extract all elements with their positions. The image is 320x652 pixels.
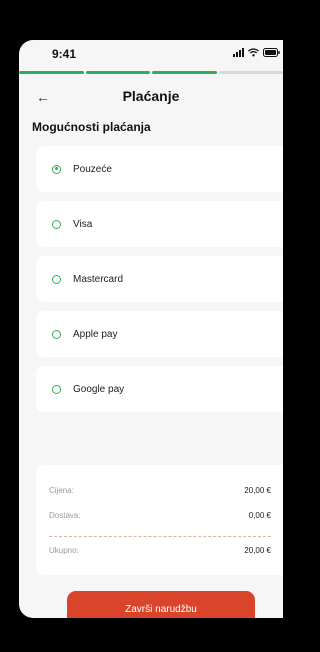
section-title: Mogućnosti plaćanja — [32, 120, 151, 134]
progress-step — [218, 71, 283, 74]
total-value: 20,00 € — [244, 546, 271, 555]
price-value: 20,00 € — [244, 486, 271, 495]
payment-option-label: Mastercard — [73, 273, 124, 285]
payment-option-label: Visa — [73, 218, 93, 230]
radio-button[interactable] — [52, 219, 61, 229]
payment-option-google-pay[interactable]: Google pay — [36, 366, 283, 412]
page-title: Plaćanje — [122, 88, 180, 104]
summary-divider — [49, 536, 271, 537]
phone-screen: 9:41 ← Plaćanje Mogućnosti plaćanja Pouz… — [19, 40, 283, 618]
payment-option-apple-pay[interactable]: Apple pay — [36, 311, 283, 357]
total-label: Ukupno: — [49, 546, 79, 555]
payment-option-pouzece[interactable]: Pouzeće — [36, 146, 283, 192]
payment-options-list: Pouzeće Visa Mastercard Apple pay Google… — [36, 146, 283, 421]
summary-row-price: Cijena: 20,00 € — [36, 486, 271, 495]
radio-button[interactable] — [52, 384, 61, 394]
status-bar: 9:41 — [19, 40, 283, 70]
progress-step — [19, 71, 84, 74]
payment-option-label: Pouzeće — [73, 163, 112, 175]
payment-option-visa[interactable]: Visa — [36, 201, 283, 247]
payment-option-label: Apple pay — [73, 328, 118, 340]
summary-row-shipping: Dostava: 0,00 € — [36, 511, 271, 520]
wifi-icon — [248, 48, 259, 57]
summary-row-total: Ukupno: 20,00 € — [36, 546, 271, 555]
status-time: 9:41 — [52, 47, 77, 61]
payment-option-label: Google pay — [73, 383, 125, 395]
page-header: ← Plaćanje — [19, 87, 283, 111]
complete-order-button[interactable]: Završi narudžbu — [67, 591, 255, 618]
status-icons — [233, 48, 280, 57]
price-label: Cijena: — [49, 486, 74, 495]
radio-button[interactable] — [52, 329, 61, 339]
progress-step — [85, 71, 150, 74]
radio-button[interactable] — [52, 274, 61, 284]
shipping-label: Dostava: — [49, 511, 81, 520]
order-summary: Cijena: 20,00 € Dostava: 0,00 € Ukupno: … — [36, 465, 283, 575]
checkout-progress — [19, 71, 283, 75]
signal-icon — [233, 48, 244, 57]
shipping-value: 0,00 € — [248, 511, 271, 520]
progress-step — [152, 71, 217, 74]
payment-option-mastercard[interactable]: Mastercard — [36, 256, 283, 302]
radio-button[interactable] — [52, 164, 61, 174]
battery-icon — [263, 48, 280, 57]
